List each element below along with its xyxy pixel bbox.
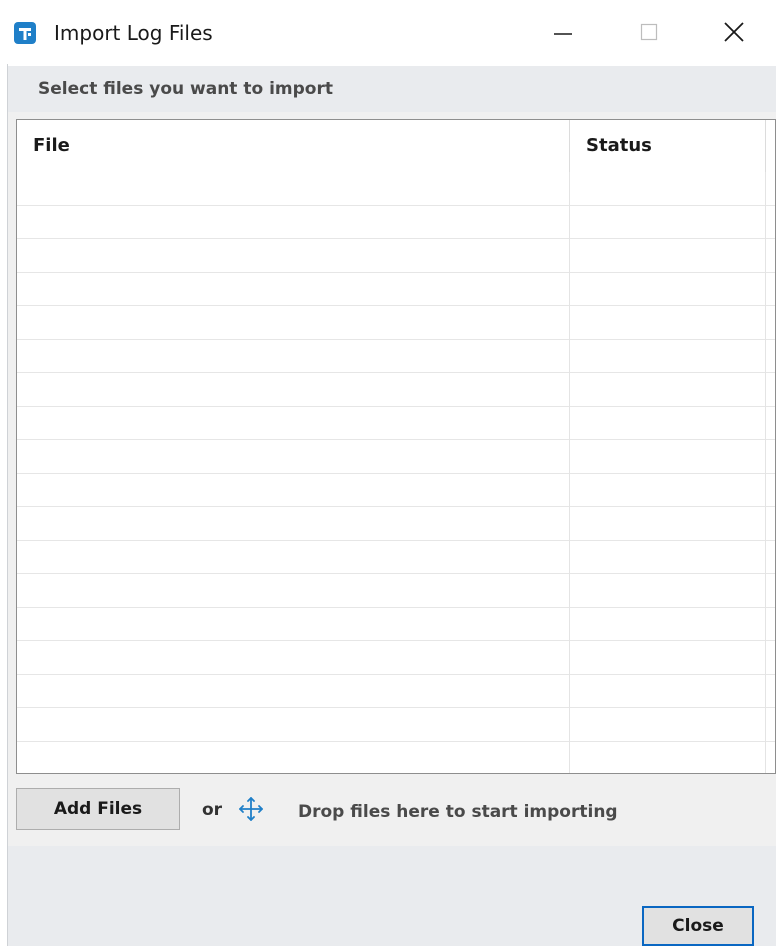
instruction-text: Select files you want to import xyxy=(8,66,776,112)
title-bar[interactable]: Import Log Files xyxy=(0,0,776,64)
drop-hint: Drop files here to start importing xyxy=(298,802,618,822)
table-row xyxy=(17,239,775,273)
maximize-button[interactable] xyxy=(606,0,692,64)
close-icon xyxy=(724,22,744,42)
table-row xyxy=(17,373,775,407)
close-button[interactable]: Close xyxy=(642,906,754,946)
table-row xyxy=(17,407,775,440)
table-row xyxy=(17,675,775,708)
table-row xyxy=(17,641,775,675)
maximize-icon xyxy=(640,23,658,41)
table-header: File Status xyxy=(17,120,775,172)
table-row xyxy=(17,340,775,373)
minimize-icon xyxy=(554,33,572,35)
window-title: Import Log Files xyxy=(54,21,213,45)
import-log-files-dialog: Import Log Files Select files you want t… xyxy=(0,0,776,946)
move-arrows-icon xyxy=(239,797,263,821)
window-close-button[interactable] xyxy=(692,0,776,64)
table-row xyxy=(17,574,775,608)
column-header-status[interactable]: Status xyxy=(569,120,765,172)
table-row xyxy=(17,608,775,641)
table-row xyxy=(17,440,775,474)
app-logo-icon xyxy=(14,22,36,44)
add-files-button[interactable]: Add Files xyxy=(16,788,180,830)
table-row xyxy=(17,306,775,340)
dialog-footer: Close xyxy=(8,846,776,946)
table-row xyxy=(17,273,775,306)
table-row xyxy=(17,474,775,507)
minimize-button[interactable] xyxy=(520,0,606,64)
column-header-filler xyxy=(765,120,775,172)
table-row xyxy=(17,541,775,574)
table-row xyxy=(17,742,775,774)
column-divider xyxy=(569,172,570,773)
table-body[interactable] xyxy=(17,172,775,774)
import-panel: File Status Add Files or Drop files here… xyxy=(8,112,776,946)
file-list-table[interactable]: File Status xyxy=(16,119,776,774)
table-row xyxy=(17,708,775,742)
table-row xyxy=(17,206,775,239)
table-row xyxy=(17,172,775,206)
column-header-file[interactable]: File xyxy=(17,120,569,172)
column-divider xyxy=(765,172,766,773)
table-row xyxy=(17,507,775,541)
window-border xyxy=(0,64,8,946)
or-label: or xyxy=(202,800,223,820)
